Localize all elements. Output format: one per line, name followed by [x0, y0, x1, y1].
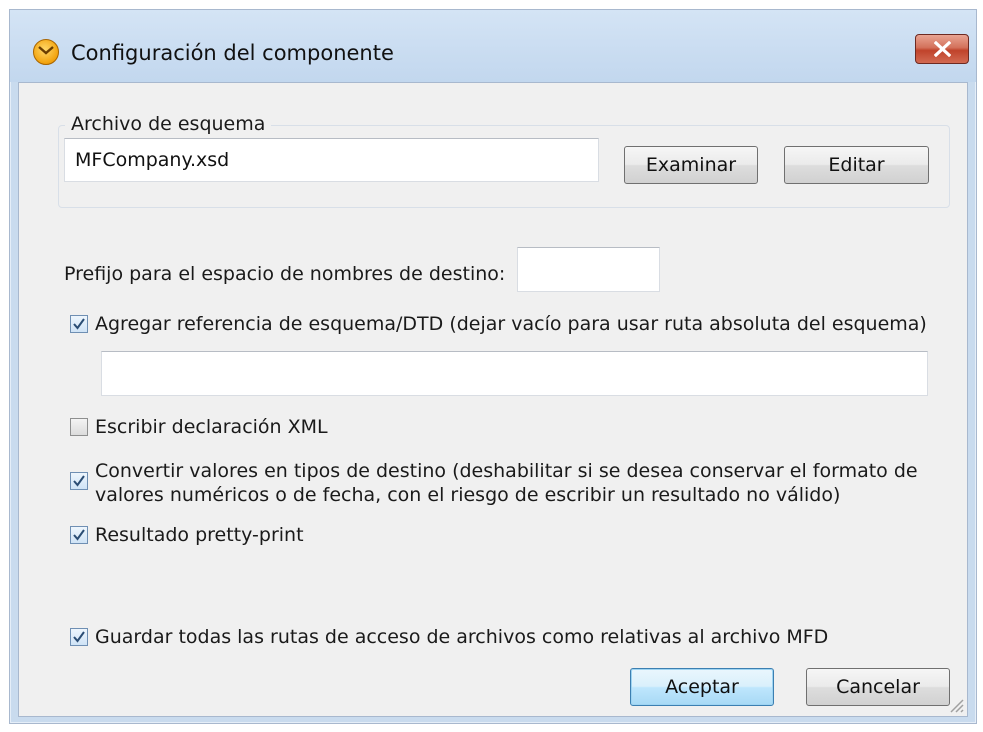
- schema-file-legend: Archivo de esquema: [65, 113, 272, 135]
- mapforce-app-icon: [33, 39, 59, 65]
- component-settings-dialog: Configuración del componente Archivo de …: [9, 9, 977, 724]
- convert-values-label-line1: Convertir valores en tipos de destino (d…: [95, 460, 918, 482]
- title-bar[interactable]: Configuración del componente: [10, 10, 976, 82]
- dialog-body: Archivo de esquema Examinar Editar Prefi…: [18, 82, 968, 717]
- checkmark-icon: [73, 631, 85, 643]
- relative-paths-checkbox[interactable]: [70, 628, 88, 646]
- convert-values-label-line2: valores numéricos o de fecha, con el rie…: [95, 484, 841, 506]
- xml-declaration-label: Escribir declaración XML: [95, 416, 328, 438]
- xml-declaration-checkbox[interactable]: [70, 418, 88, 436]
- resize-grip-icon[interactable]: [947, 696, 965, 714]
- namespace-prefix-label: Prefijo para el espacio de nombres de de…: [64, 263, 506, 285]
- checkmark-icon: [73, 318, 85, 330]
- pretty-print-checkbox[interactable]: [70, 526, 88, 544]
- schema-file-input[interactable]: [64, 138, 599, 182]
- ok-button[interactable]: Aceptar: [630, 668, 774, 706]
- close-button[interactable]: [915, 34, 969, 64]
- reference-path-input[interactable]: [101, 351, 928, 396]
- pretty-print-label: Resultado pretty-print: [95, 524, 304, 546]
- checkmark-icon: [73, 529, 85, 541]
- namespace-prefix-input[interactable]: [517, 247, 660, 292]
- close-icon: [934, 41, 951, 57]
- add-reference-label: Agregar referencia de esquema/DTD (dejar…: [95, 313, 927, 335]
- dialog-title: Configuración del componente: [71, 41, 394, 65]
- edit-button[interactable]: Editar: [784, 146, 929, 184]
- relative-paths-label: Guardar todas las rutas de acceso de arc…: [95, 626, 829, 648]
- cancel-button[interactable]: Cancelar: [806, 668, 950, 706]
- convert-values-checkbox[interactable]: [70, 472, 88, 490]
- checkmark-icon: [73, 475, 85, 487]
- add-reference-checkbox[interactable]: [70, 315, 88, 333]
- browse-button[interactable]: Examinar: [624, 146, 758, 184]
